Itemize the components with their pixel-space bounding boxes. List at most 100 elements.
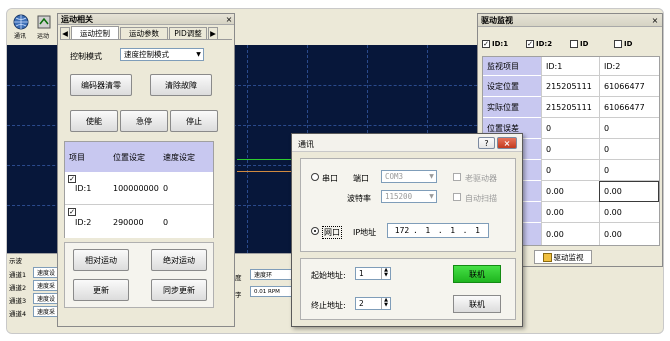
tab-scroll-left-icon[interactable]: ◀ [60,27,70,39]
table-header-position: 位置设定 [109,142,159,172]
ip-octet-2[interactable]: 1 [418,226,438,235]
absolute-move-button[interactable]: 绝对运动 [151,249,207,271]
ip-octet-3[interactable]: 1 [443,226,463,235]
sync-update-button[interactable]: 同步更新 [151,279,207,301]
ip-octet-1[interactable]: 172 [391,226,413,235]
comm-dialog-title: 通讯 [298,140,314,149]
monitor-check-2[interactable]: ✓ [526,40,534,48]
port-label: 端口 [353,174,369,183]
start-address-label: 起始地址: [311,271,346,280]
end-address-spinner-icon[interactable]: ▲ ▼ [381,298,390,309]
channel-4-label: 通道4 [9,310,27,318]
monitor-header-item: 监视项目 [483,57,541,76]
monitor-row-3-v2: 0 [599,118,659,139]
monitor-check-4[interactable] [614,40,622,48]
drive-monitor-close-icon[interactable]: × [650,15,660,26]
row-2-speed[interactable]: 0 [159,206,213,238]
mode-label: 度 [235,274,242,282]
tab-scroll-right-icon[interactable]: ▶ [208,27,218,39]
row-1-position[interactable]: 100000000 [109,173,159,205]
row-1-id: ID:1 [75,184,92,193]
serial-radio[interactable] [311,173,319,181]
comm-toolbar-label: 通讯 [14,33,27,40]
baud-label: 波特率 [347,194,371,203]
drive-monitor-tab-label: 驱动监视 [553,252,584,262]
baud-dropdown-icon[interactable]: ▼ [427,191,436,202]
unit-label: 字 [235,291,242,299]
monitor-row-6-v2[interactable]: 0.00 [599,181,659,202]
close-dialog-button[interactable]: × [497,137,517,149]
port-dropdown-icon[interactable]: ▼ [427,171,436,182]
net-radio[interactable] [311,227,319,235]
tab-drive-monitor[interactable]: 驱动监视 [534,250,592,264]
monitor-check-1[interactable]: ✓ [482,40,490,48]
estop-button[interactable]: 急停 [120,110,168,132]
monitor-row-6-v1: 0.00 [541,181,599,202]
motion-icon [37,15,51,29]
monitor-row-1-v2: 61066477 [599,76,659,97]
monitor-row-7-v2: 0.00 [599,202,659,223]
monitor-row-2-v1: 215205111 [541,97,599,118]
motion-panel: 运动相关 × ◀ 运动控制 运动参数 PID调整 ▶ 控制模式 速度控制模式 ▼… [57,13,235,327]
relative-move-button[interactable]: 相对运动 [73,249,129,271]
toolbar: 通讯 运动 [7,9,59,45]
channel-2-label: 通道2 [9,284,27,292]
row-1-speed[interactable]: 0 [159,173,213,205]
motion-panel-close-icon[interactable]: × [224,14,234,25]
control-mode-select[interactable]: 速度控制模式 [120,48,204,61]
auto-scan-checkbox[interactable] [453,193,461,201]
control-mode-dropdown-icon[interactable]: ▼ [194,49,203,60]
monitor-header-id2: ID:2 [599,57,659,76]
table-header-item: 项目 [65,142,109,172]
monitor-row-4-v1: 0 [541,139,599,160]
row-2-checkbox[interactable]: ✓ [68,208,76,216]
drive-monitor-title: 驱动监视 [481,15,513,25]
monitor-check-3[interactable] [570,40,578,48]
target-table: 项目 位置设定 速度设定 ID:1 ✓ 100000000 0 ID:2 ✓ 2… [64,141,214,238]
comm-toolbar-button[interactable]: 通讯 [11,13,31,41]
motion-panel-titlebar: 运动相关 [58,14,234,25]
monitor-row-8-v1: 0.00 [541,223,599,245]
monitor-row-5-v2: 0 [599,160,659,181]
channel-3-label: 通道3 [9,297,27,305]
channel-1-label: 通道1 [9,271,27,279]
motion-panel-title: 运动相关 [61,14,93,24]
monitor-row-7-v1: 0.00 [541,202,599,223]
help-button[interactable]: ? [478,137,495,149]
monitor-header-id1: ID:1 [541,57,599,76]
table-header-speed: 速度设定 [159,142,213,172]
drive-monitor-titlebar: 驱动监视 [478,14,662,27]
connect-button[interactable]: 联机 [453,295,501,313]
row-2-id: ID:2 [75,217,92,227]
ip-address-field[interactable]: 172. 1. 1. 1 [387,223,489,238]
tab-motion-control[interactable]: 运动控制 [71,26,119,39]
monitor-row-1-v1: 215205111 [541,76,599,97]
tab-motion-params[interactable]: 运动参数 [120,27,168,39]
monitor-row-4-v2: 0 [599,139,659,160]
comm-settings-group: 串口 端口 COM3 ▼ 老驱动器 波特率 115200 ▼ 自动扫描 网口 I… [300,158,516,252]
connect-green-button[interactable]: 联机 [453,265,501,283]
update-button[interactable]: 更新 [73,279,129,301]
end-address-label: 终止地址: [311,301,346,310]
monitor-row-3-v1: 0 [541,118,599,139]
motion-toolbar-button[interactable]: 运动 [34,13,54,41]
stop-button[interactable]: 停止 [170,110,218,132]
mode-select[interactable]: 速度环 [250,269,292,280]
row-1-checkbox[interactable]: ✓ [68,175,76,183]
encoder-reset-button[interactable]: 编码器清零 [70,74,132,96]
monitor-check-2-label: ID:2 [536,40,553,48]
start-address-spinner-icon[interactable]: ▲ ▼ [381,268,390,279]
row-2-position[interactable]: 290000 [109,206,159,238]
unit-select[interactable]: 0.01 RPM [250,286,292,297]
old-driver-label: 老驱动器 [465,174,497,183]
ip-octet-4[interactable]: 1 [467,226,487,235]
old-driver-checkbox[interactable] [453,173,461,181]
monitor-check-4-label: ID [624,40,633,48]
auto-scan-label: 自动扫描 [465,194,497,203]
globe-icon [13,14,29,30]
tab-pid[interactable]: PID调整 [169,27,207,39]
clear-fault-button[interactable]: 清除故障 [150,74,212,96]
monitor-row-item: 实际位置 [483,97,541,118]
enable-button[interactable]: 使能 [70,110,118,132]
comm-dialog: 通讯 ? × 串口 端口 COM3 ▼ 老驱动器 波特率 115200 ▼ 自动… [291,133,523,327]
